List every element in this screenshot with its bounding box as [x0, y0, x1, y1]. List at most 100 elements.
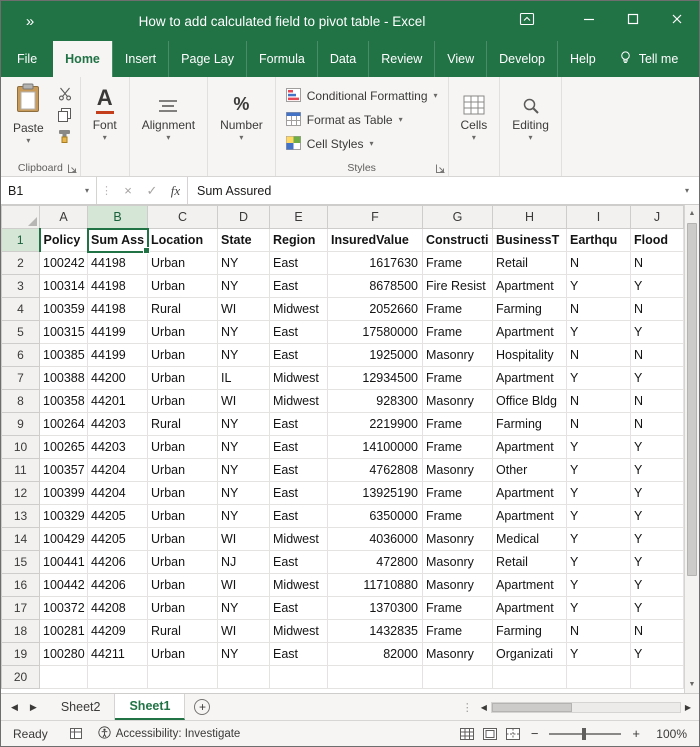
- cell-G18[interactable]: Frame: [423, 620, 493, 643]
- cell-H5[interactable]: Apartment: [493, 321, 567, 344]
- cell-J18[interactable]: N: [631, 620, 684, 643]
- column-header-J[interactable]: J: [631, 206, 684, 229]
- cell-D8[interactable]: WI: [218, 390, 270, 413]
- cancel-button[interactable]: ×: [116, 177, 140, 204]
- row-header-16[interactable]: 16: [2, 574, 40, 597]
- sheet-tab-sheet1[interactable]: Sheet1: [115, 694, 185, 720]
- column-header-C[interactable]: C: [148, 206, 218, 229]
- ribbon-tab-developer[interactable]: Develop: [486, 41, 557, 77]
- cell-C18[interactable]: Rural: [148, 620, 218, 643]
- column-header-G[interactable]: G: [423, 206, 493, 229]
- cell-F4[interactable]: 2052660: [328, 298, 423, 321]
- cell-J9[interactable]: N: [631, 413, 684, 436]
- cell-E8[interactable]: Midwest: [270, 390, 328, 413]
- cell-A1[interactable]: Policy: [40, 229, 88, 252]
- cell-F19[interactable]: 82000: [328, 643, 423, 666]
- cell-E17[interactable]: East: [270, 597, 328, 620]
- font-button[interactable]: A Font ▾: [87, 81, 123, 144]
- cell-B18[interactable]: 44209: [88, 620, 148, 643]
- cell-A17[interactable]: 100372: [40, 597, 88, 620]
- cell-J1[interactable]: Flood: [631, 229, 684, 252]
- cell-H3[interactable]: Apartment: [493, 275, 567, 298]
- cell-A15[interactable]: 100441: [40, 551, 88, 574]
- cell-G2[interactable]: Frame: [423, 252, 493, 275]
- cell-H1[interactable]: BusinessT: [493, 229, 567, 252]
- tell-me-button[interactable]: Tell me: [608, 41, 689, 77]
- cell-A6[interactable]: 100385: [40, 344, 88, 367]
- page-layout-view-button[interactable]: [483, 728, 497, 740]
- ribbon-tab-view[interactable]: View: [434, 41, 486, 77]
- column-header-H[interactable]: H: [493, 206, 567, 229]
- cells-button[interactable]: Cells ▾: [455, 81, 494, 144]
- macro-record-button[interactable]: [62, 728, 90, 739]
- cell-C3[interactable]: Urban: [148, 275, 218, 298]
- cell-J6[interactable]: N: [631, 344, 684, 367]
- row-header-2[interactable]: 2: [2, 252, 40, 275]
- vertical-scrollbar[interactable]: ▲ ▼: [684, 205, 699, 693]
- formula-input[interactable]: Sum Assured: [188, 177, 675, 204]
- cell-E1[interactable]: Region: [270, 229, 328, 252]
- cell-A19[interactable]: 100280: [40, 643, 88, 666]
- zoom-slider-thumb[interactable]: [582, 728, 586, 740]
- vertical-scroll-thumb[interactable]: [687, 223, 697, 576]
- minimize-button[interactable]: [567, 1, 611, 41]
- cell-B7[interactable]: 44200: [88, 367, 148, 390]
- cell-C8[interactable]: Urban: [148, 390, 218, 413]
- cell-E18[interactable]: Midwest: [270, 620, 328, 643]
- cell-J3[interactable]: Y: [631, 275, 684, 298]
- page-break-view-button[interactable]: [506, 728, 520, 740]
- enter-button[interactable]: ✓: [140, 177, 164, 204]
- cell-D5[interactable]: NY: [218, 321, 270, 344]
- cell-G19[interactable]: Masonry: [423, 643, 493, 666]
- cell-D10[interactable]: NY: [218, 436, 270, 459]
- row-header-6[interactable]: 6: [2, 344, 40, 367]
- horizontal-scrollbar[interactable]: ◀ ▶: [479, 694, 699, 720]
- row-header-12[interactable]: 12: [2, 482, 40, 505]
- cell-I13[interactable]: Y: [567, 505, 631, 528]
- cell-H18[interactable]: Farming: [493, 620, 567, 643]
- cell-H8[interactable]: Office Bldg: [493, 390, 567, 413]
- cell-D11[interactable]: NY: [218, 459, 270, 482]
- cut-button[interactable]: [58, 87, 72, 101]
- cell-A13[interactable]: 100329: [40, 505, 88, 528]
- cell-B19[interactable]: 44211: [88, 643, 148, 666]
- cell-E20[interactable]: [270, 666, 328, 689]
- cell-C6[interactable]: Urban: [148, 344, 218, 367]
- cell-F16[interactable]: 11710880: [328, 574, 423, 597]
- normal-view-button[interactable]: [460, 728, 474, 740]
- cell-J19[interactable]: Y: [631, 643, 684, 666]
- cell-H19[interactable]: Organizati: [493, 643, 567, 666]
- cell-D4[interactable]: WI: [218, 298, 270, 321]
- cell-H13[interactable]: Apartment: [493, 505, 567, 528]
- row-header-5[interactable]: 5: [2, 321, 40, 344]
- cell-A14[interactable]: 100429: [40, 528, 88, 551]
- cell-B9[interactable]: 44203: [88, 413, 148, 436]
- cell-J10[interactable]: Y: [631, 436, 684, 459]
- cell-G8[interactable]: Masonry: [423, 390, 493, 413]
- cell-H6[interactable]: Hospitality: [493, 344, 567, 367]
- scroll-down-button[interactable]: ▼: [685, 676, 699, 693]
- cell-H17[interactable]: Apartment: [493, 597, 567, 620]
- cell-I7[interactable]: Y: [567, 367, 631, 390]
- cell-A16[interactable]: 100442: [40, 574, 88, 597]
- cell-H10[interactable]: Apartment: [493, 436, 567, 459]
- ribbon-tab-data[interactable]: Data: [317, 41, 368, 77]
- tab-scrollbar-splitter[interactable]: ⋮: [456, 694, 479, 720]
- cell-E14[interactable]: Midwest: [270, 528, 328, 551]
- cell-C5[interactable]: Urban: [148, 321, 218, 344]
- cell-C2[interactable]: Urban: [148, 252, 218, 275]
- cell-F18[interactable]: 1432835: [328, 620, 423, 643]
- zoom-in-button[interactable]: +: [630, 726, 642, 741]
- cell-E4[interactable]: Midwest: [270, 298, 328, 321]
- cell-F20[interactable]: [328, 666, 423, 689]
- cell-F2[interactable]: 1617630: [328, 252, 423, 275]
- horizontal-scroll-thumb[interactable]: [492, 703, 572, 712]
- zoom-level[interactable]: 100%: [651, 727, 687, 741]
- cell-J2[interactable]: N: [631, 252, 684, 275]
- scroll-left-button[interactable]: ◀: [481, 703, 487, 712]
- cell-D7[interactable]: IL: [218, 367, 270, 390]
- cell-E6[interactable]: East: [270, 344, 328, 367]
- sheet-nav-left-button[interactable]: ◀: [11, 702, 18, 713]
- cell-F11[interactable]: 4762808: [328, 459, 423, 482]
- row-header-15[interactable]: 15: [2, 551, 40, 574]
